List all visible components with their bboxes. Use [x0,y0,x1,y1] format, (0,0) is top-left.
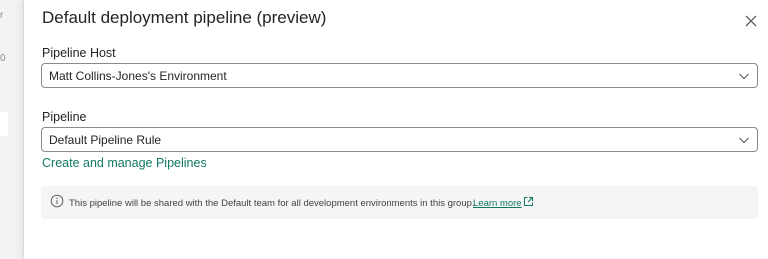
background-text-fragment: 0 [0,53,6,64]
learn-more-link[interactable]: Learn more [473,198,522,209]
pipeline-host-value: Matt Collins-Jones's Environment [49,68,227,83]
create-manage-pipelines-link[interactable]: Create and manage Pipelines [42,156,207,170]
background-text-fragment: r [0,10,4,21]
background-tile [0,112,8,136]
pipeline-label: Pipeline [42,110,87,124]
info-message-bar: This pipeline will be shared with the De… [41,186,758,219]
info-message-text: This pipeline will be shared with the De… [69,198,475,209]
close-button[interactable] [742,12,760,30]
pipeline-dropdown[interactable]: Default Pipeline Rule [41,127,758,152]
pipeline-value: Default Pipeline Rule [49,132,162,147]
info-icon [50,194,64,208]
dialog-panel: Default deployment pipeline (preview) Pi… [24,0,768,259]
chevron-down-icon [739,137,749,144]
dialog-title: Default deployment pipeline (preview) [42,8,327,27]
chevron-down-icon [739,73,749,80]
pipeline-host-label: Pipeline Host [42,46,116,60]
pipeline-host-dropdown[interactable]: Matt Collins-Jones's Environment [41,63,758,88]
background-app-sliver: r 0 [0,0,24,259]
external-link-icon[interactable] [523,196,534,207]
close-icon [745,15,757,27]
